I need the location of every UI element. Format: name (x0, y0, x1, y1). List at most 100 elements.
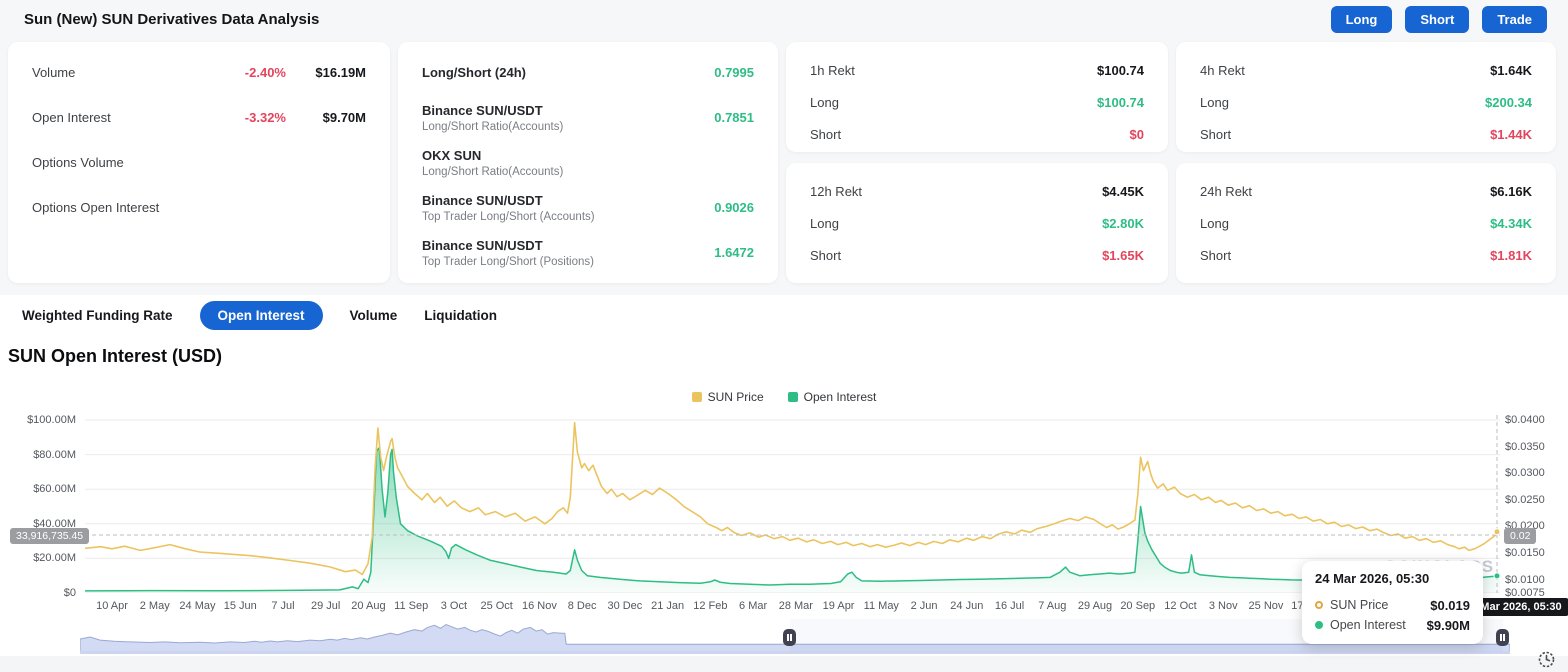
main-chart[interactable] (85, 415, 1500, 593)
ratio-value: 0.7851 (684, 110, 754, 125)
ratio-labels: Binance SUN/USDT Top Trader Long/Short (A… (422, 193, 684, 223)
bottom-strip (0, 656, 1568, 672)
stat-label: Volume (32, 65, 194, 80)
tab-volume[interactable]: Volume (350, 308, 398, 323)
stat-value: $16.19M (286, 65, 366, 80)
rekt-label: Long (810, 95, 1097, 110)
rekt-label: Short (810, 248, 1102, 263)
x-tick-label: 8 Dec (568, 600, 597, 612)
ratio-labels: Binance SUN/USDTLong/Short Ratio(Account… (422, 103, 684, 133)
ratio-labels: Binance SUN/USDTTop Trader Long/Short (P… (422, 238, 684, 268)
gridlines (85, 420, 1500, 593)
x-tick-label: 21 Jan (651, 600, 684, 612)
stat-row: Volume-2.40%$16.19M (32, 50, 366, 95)
stat-row: Options Volume (32, 140, 366, 185)
y-tick-label-left: $80.00M (33, 449, 76, 461)
series-dot-icon (1315, 601, 1323, 609)
stat-label: Options Volume (32, 155, 194, 170)
ratio-title: Binance SUN/USDT (422, 193, 684, 208)
rekt-long-row: Long$100.74 (810, 86, 1144, 118)
stat-label: Options Open Interest (32, 200, 194, 215)
trade-button[interactable]: Trade (1482, 6, 1547, 33)
x-tick-label: 12 Oct (1164, 600, 1196, 612)
ratio-title: Binance SUN/USDT (422, 238, 684, 253)
x-tick-label: 3 Nov (1209, 600, 1238, 612)
x-tick-label: 16 Jul (995, 600, 1024, 612)
rekt-label: 4h Rekt (1200, 63, 1490, 78)
x-tick-label: 2 May (140, 600, 170, 612)
tooltip-date: 24 Mar 2026, 05:30 (1315, 571, 1470, 586)
long-button[interactable]: Long (1331, 6, 1393, 33)
x-tick-label: 28 Mar (779, 600, 813, 612)
rekt-value: $6.16K (1490, 184, 1532, 199)
tab-liquidation[interactable]: Liquidation (424, 308, 497, 323)
tab-weighted-funding-rate[interactable]: Weighted Funding Rate (22, 308, 173, 323)
x-tick-label: 10 Apr (96, 600, 128, 612)
ratio-row: Long/Short (24h)0.7995 (422, 50, 754, 95)
chart-tabs: Weighted Funding Rate Open Interest Volume… (22, 300, 497, 331)
grip-icon (787, 634, 792, 641)
rekt-total-row: 4h Rekt$1.64K (1200, 54, 1532, 86)
rekt-long-row: Long$2.80K (810, 207, 1144, 239)
x-tick-label: 24 May (179, 600, 215, 612)
crosshair-left-value-badge: 33,916,735.45 (10, 528, 89, 544)
legend-label: SUN Price (708, 390, 764, 404)
short-button[interactable]: Short (1405, 6, 1469, 33)
navigator-right-handle[interactable] (1496, 629, 1509, 646)
navigator-left-handle[interactable] (783, 629, 796, 646)
rekt-label: Long (810, 216, 1102, 231)
stat-change: -3.32% (194, 110, 286, 125)
series-dot-icon (1315, 621, 1323, 629)
stat-row: Open Interest-3.32%$9.70M (32, 95, 366, 140)
rekt-total-row: 12h Rekt$4.45K (810, 175, 1144, 207)
x-tick-label: 11 Sep (394, 600, 428, 612)
rekt-label: Short (810, 127, 1130, 142)
market-stats-card: Volume-2.40%$16.19MOpen Interest-3.32%$9… (8, 42, 390, 283)
rekt-card-24h: 24h Rekt$6.16KLong$4.34KShort$1.81K (1176, 163, 1556, 283)
x-tick-label: 2 Jun (911, 600, 938, 612)
open-interest-area (85, 448, 1500, 593)
rekt-long-row: Long$4.34K (1200, 207, 1532, 239)
stat-label: Open Interest (32, 110, 194, 125)
rekt-label: Short (1200, 127, 1490, 142)
long-short-ratio-card: Long/Short (24h)0.7995 Binance SUN/USDTLo… (398, 42, 778, 283)
x-tick-label: 7 Aug (1038, 600, 1066, 612)
ratio-value: 0.7995 (684, 65, 754, 80)
tooltip-series-label: SUN Price (1330, 598, 1423, 612)
tooltip-row: Open Interest$9.90M (1315, 615, 1470, 635)
legend-item-sun-price[interactable]: SUN Price (692, 390, 764, 404)
tooltip-series-value: $0.019 (1430, 598, 1470, 613)
x-tick-label: 29 Jul (311, 600, 340, 612)
open-interest-line (85, 448, 1500, 591)
x-tick-label: 20 Aug (351, 600, 385, 612)
x-tick-label: 11 May (864, 600, 899, 612)
rekt-value: $4.34K (1490, 216, 1532, 231)
tab-open-interest[interactable]: Open Interest (200, 301, 323, 330)
y-tick-label-right: $0.0350 (1505, 441, 1545, 453)
rekt-short-row: Short$1.81K (1200, 239, 1532, 271)
x-tick-label: 7 Jul (271, 600, 294, 612)
rekt-total-row: 24h Rekt$6.16K (1200, 175, 1532, 207)
ratio-value: 1.6472 (684, 245, 754, 260)
ratio-row: OKX SUNLong/Short Ratio(Accounts) (422, 140, 754, 185)
legend-swatch (692, 392, 702, 402)
y-tick-label-right: $0.0250 (1505, 494, 1545, 506)
rekt-short-row: Short$1.44K (1200, 118, 1532, 150)
ratio-subtitle: Top Trader Long/Short (Accounts) (422, 211, 684, 223)
rekt-label: Short (1200, 248, 1490, 263)
ratio-row: Binance SUN/USDTTop Trader Long/Short (P… (422, 230, 754, 275)
rekt-label: 24h Rekt (1200, 184, 1490, 199)
x-tick-label: 15 Jun (224, 600, 257, 612)
ratio-title: Binance SUN/USDT (422, 103, 684, 118)
clock-icon[interactable] (1537, 650, 1556, 669)
ratio-title: OKX SUN (422, 148, 684, 163)
page-title: Sun (New) SUN Derivatives Data Analysis (24, 11, 319, 28)
x-tick-label: 20 Sep (1120, 600, 1155, 612)
x-tick-label: 25 Oct (480, 600, 512, 612)
rekt-value: $100.74 (1097, 63, 1144, 78)
price-hover-marker (1494, 529, 1500, 535)
ratio-labels: OKX SUNLong/Short Ratio(Accounts) (422, 148, 684, 178)
legend-item-open-interest[interactable]: Open Interest (788, 390, 877, 404)
rekt-total-row: 1h Rekt$100.74 (810, 54, 1144, 86)
rekt-value: $1.81K (1490, 248, 1532, 263)
